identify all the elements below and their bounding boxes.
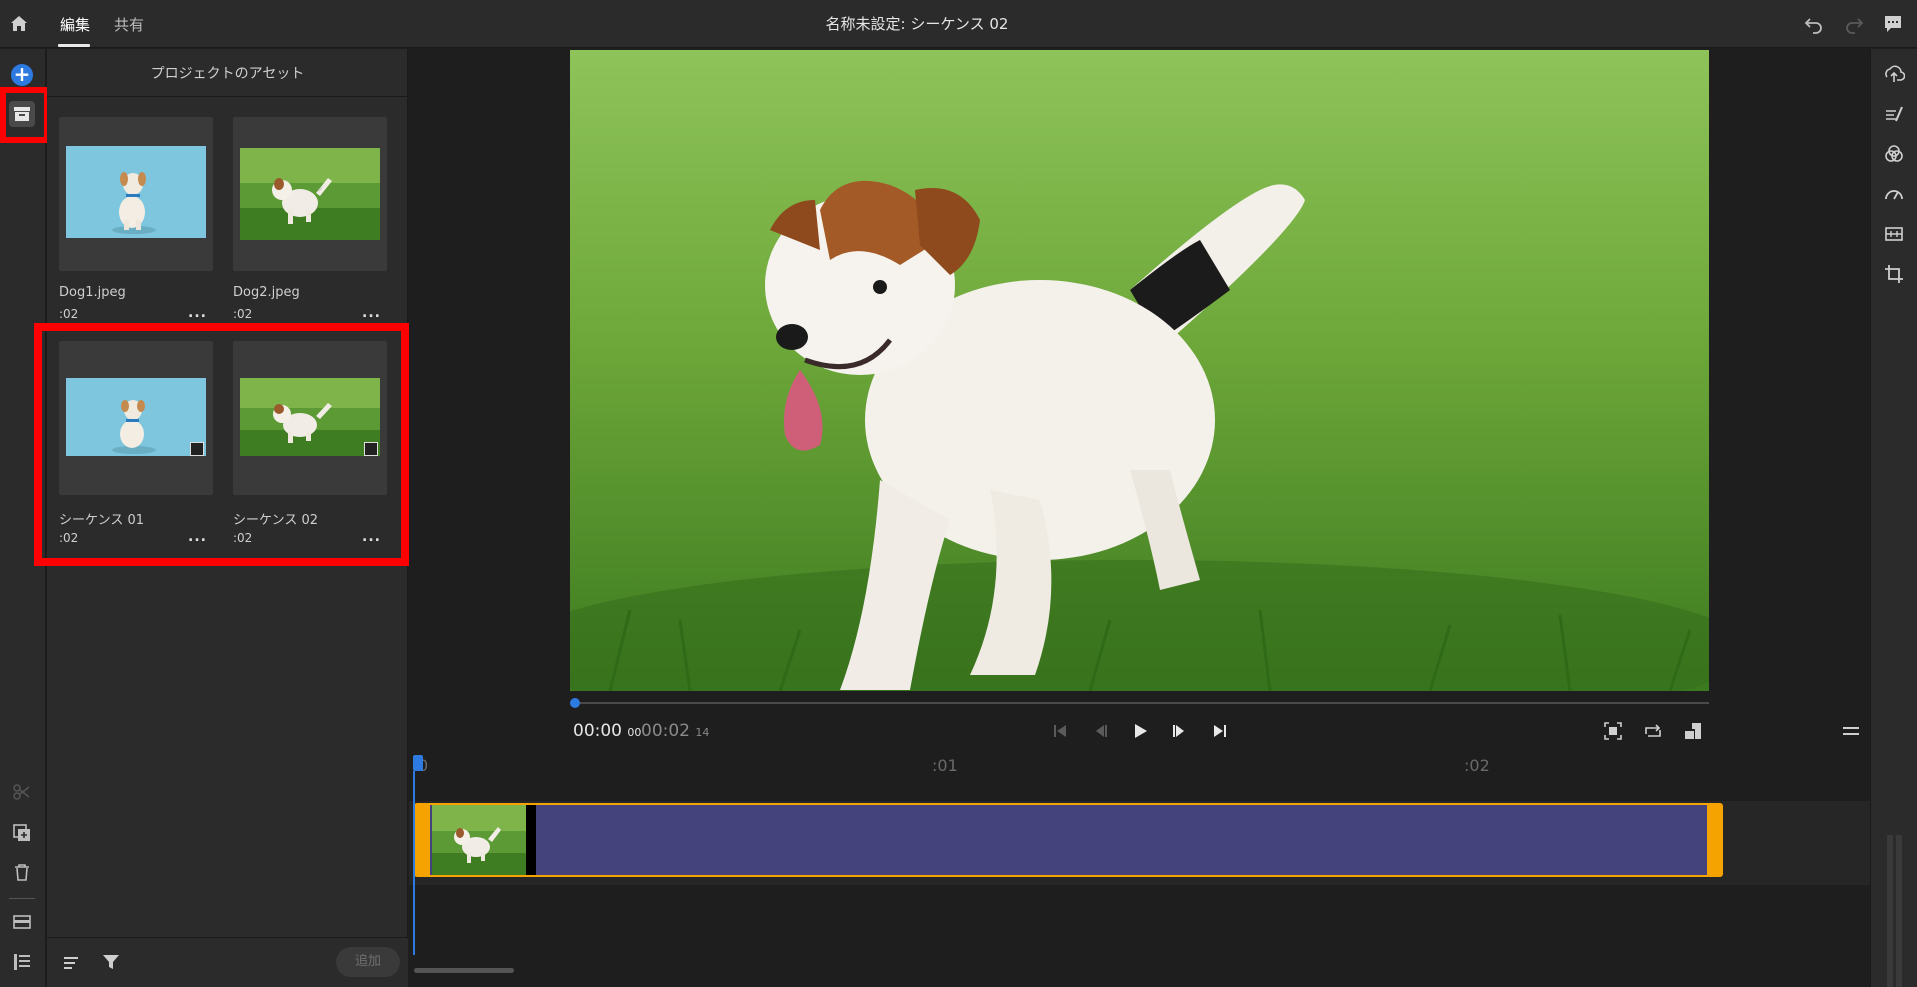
highlight-box-sequences: [34, 323, 409, 566]
undo-icon[interactable]: [1804, 14, 1824, 34]
loop-icon[interactable]: [1642, 720, 1664, 742]
divider: [47, 96, 408, 97]
clip-thumbnail: [432, 805, 536, 875]
fit-icon[interactable]: [1602, 720, 1624, 742]
speed-icon[interactable]: [1883, 183, 1905, 205]
dog-grass-image: [240, 148, 380, 240]
playhead-handle[interactable]: [413, 755, 423, 771]
timeline-scrollbar[interactable]: [414, 968, 514, 973]
top-bar: 編集 共有 名称未設定: シーケンス 02: [0, 0, 1917, 48]
properties-icon[interactable]: [11, 951, 33, 973]
current-time-frames: 00: [627, 726, 642, 739]
active-tab-indicator: [58, 44, 90, 47]
playhead[interactable]: [413, 771, 415, 955]
more-options-icon[interactable]: ...: [362, 305, 381, 321]
ruler-mark: :02: [1464, 756, 1490, 775]
total-time-value: 00:02: [641, 721, 690, 741]
total-time: 00:02 14: [641, 721, 709, 741]
go-to-start-icon[interactable]: [1049, 720, 1071, 742]
current-time: 00:00 00: [573, 721, 641, 741]
menu-icon[interactable]: [1843, 725, 1859, 737]
split-icon[interactable]: [11, 781, 33, 803]
scrubber-handle[interactable]: [570, 698, 580, 708]
audio-icon[interactable]: [1883, 223, 1905, 245]
effects-icon[interactable]: [1883, 103, 1905, 125]
timeline-clip[interactable]: [414, 803, 1723, 877]
clip-trim-handle-left[interactable]: [416, 805, 430, 875]
panel-title: プロジェクトのアセット: [150, 66, 305, 82]
crop-icon[interactable]: [1883, 263, 1905, 285]
asset-thumbnail-dog2[interactable]: [233, 117, 387, 271]
clip-trim-handle-right[interactable]: [1707, 805, 1721, 875]
assets-footer: 追加: [47, 937, 408, 987]
redo-icon[interactable]: [1844, 14, 1864, 34]
color-icon[interactable]: [1883, 143, 1905, 165]
delete-icon[interactable]: [11, 861, 33, 883]
more-options-icon[interactable]: ...: [188, 305, 207, 321]
step-forward-icon[interactable]: [1169, 720, 1191, 742]
asset-name: Dog2.jpeg: [233, 285, 300, 300]
document-title: 名称未設定: シーケンス 02: [825, 15, 1009, 33]
asset-duration: :02: [59, 307, 79, 321]
rail-divider: [9, 898, 35, 899]
clip-icon[interactable]: [11, 911, 33, 933]
asset-name: Dog1.jpeg: [59, 285, 126, 300]
asset-thumbnail-dog1[interactable]: [59, 117, 213, 271]
comment-icon[interactable]: [1882, 13, 1904, 35]
play-icon[interactable]: [1129, 720, 1151, 742]
video-preview[interactable]: [570, 50, 1709, 691]
add-icon[interactable]: +: [11, 64, 33, 86]
ruler-mark: :01: [932, 756, 958, 775]
add-button[interactable]: 追加: [336, 947, 400, 977]
audio-meter: [1886, 835, 1904, 987]
filter-icon[interactable]: [102, 953, 120, 971]
aspect-icon[interactable]: [1682, 720, 1704, 742]
sort-icon[interactable]: [62, 954, 80, 972]
current-time-value: 00:00: [573, 721, 622, 741]
dog-blue-image: [66, 146, 206, 238]
total-time-frames: 14: [695, 726, 710, 739]
duplicate-icon[interactable]: [11, 822, 33, 844]
highlight-box-rail: [0, 87, 50, 143]
go-to-end-icon[interactable]: [1209, 720, 1231, 742]
playback-scrubber[interactable]: [574, 702, 1709, 704]
asset-duration: :02: [233, 307, 253, 321]
step-back-icon[interactable]: [1089, 720, 1111, 742]
export-icon[interactable]: [1883, 63, 1905, 85]
